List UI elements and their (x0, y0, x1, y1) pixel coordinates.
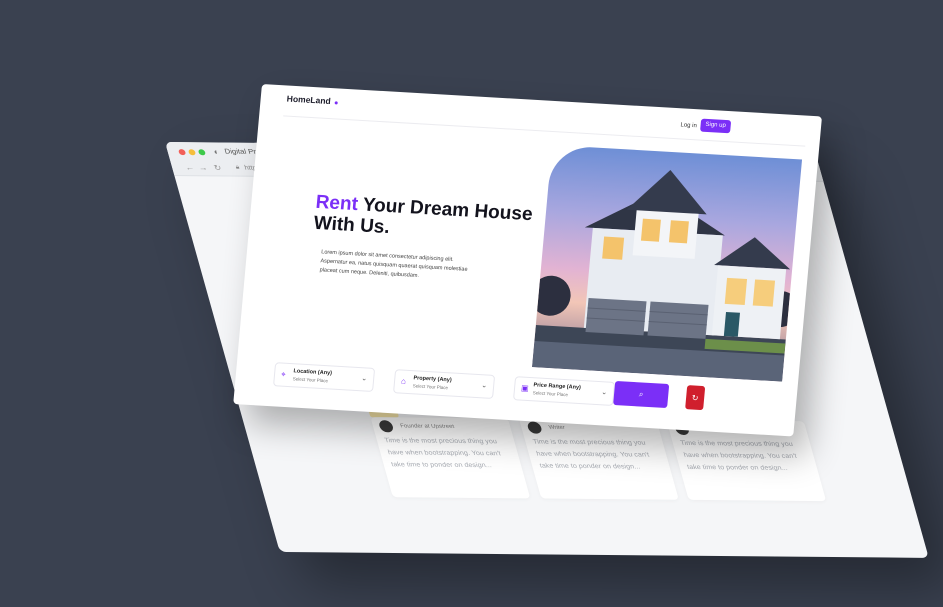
filter-placeholder: Select Your Place (412, 383, 449, 391)
tab-favicon-icon: ◐ (212, 147, 221, 157)
location-filter[interactable]: ⌖ Location (Any) Select Your Place ⌄ (273, 362, 376, 393)
reset-button[interactable]: ↻ (685, 385, 706, 411)
refresh-icon: ↻ (691, 392, 699, 403)
logo[interactable]: HomeLand (286, 94, 331, 107)
search-button[interactable]: ⌕ (613, 380, 670, 409)
chevron-down-icon: ⌄ (600, 389, 608, 397)
landing-page-window: HomeLand Log in Sign up Rent Your Dream … (233, 84, 822, 437)
avatar (526, 421, 543, 434)
testimonial-card: Founder at Upstreet Time is the most pre… (370, 417, 531, 499)
testimonial-quote: Time is the most precious thing you have… (679, 439, 798, 472)
testimonial-role: Founder at Upstreet (399, 423, 456, 430)
logo-dot (334, 101, 338, 105)
hero-title: Rent Your Dream House With Us. (313, 192, 547, 247)
refresh-icon[interactable]: ↻ (213, 163, 223, 172)
testimonial-quote: Time is the most precious thing you have… (532, 438, 651, 471)
price-range-filter[interactable]: ▣ Price Range (Any) Select Your Place ⌄ (513, 376, 616, 406)
filter-label: Location (Any) (293, 368, 333, 377)
search-icon: ⌕ (638, 389, 644, 399)
testimonial-quote: Time is the most precious thing you have… (383, 437, 502, 470)
testimonial-card: Writer Time is the most precious thing y… (518, 418, 679, 500)
forward-arrow-icon[interactable]: → (197, 163, 208, 172)
login-link[interactable]: Log in (680, 122, 697, 129)
hero-title-accent: Rent (314, 191, 359, 216)
chevron-down-icon: ⌄ (480, 382, 488, 390)
maximize-window-button[interactable] (197, 149, 207, 156)
filter-placeholder: Select Your Place (292, 376, 329, 384)
close-window-button[interactable] (177, 149, 187, 156)
home-icon: ⌂ (400, 376, 407, 386)
price-tag-icon: ▣ (520, 383, 530, 393)
hero-house-image (532, 145, 803, 382)
property-filter[interactable]: ⌂ Property (Any) Select Your Place ⌄ (393, 369, 496, 399)
avatar (377, 420, 395, 433)
location-pin-icon: ⌖ (280, 369, 287, 379)
filter-label: Property (Any) (413, 375, 452, 384)
house-illustration (532, 170, 799, 382)
signup-button[interactable]: Sign up (700, 118, 732, 134)
hero-description: Lorem ipsum dolor sit amet consectetur a… (319, 249, 468, 280)
filter-placeholder: Select Your Place (532, 390, 569, 398)
chevron-down-icon: ⌄ (360, 375, 368, 383)
lock-icon: 🔒︎ (234, 164, 241, 171)
back-arrow-icon[interactable]: ← (184, 163, 195, 172)
minimize-window-button[interactable] (187, 149, 197, 156)
